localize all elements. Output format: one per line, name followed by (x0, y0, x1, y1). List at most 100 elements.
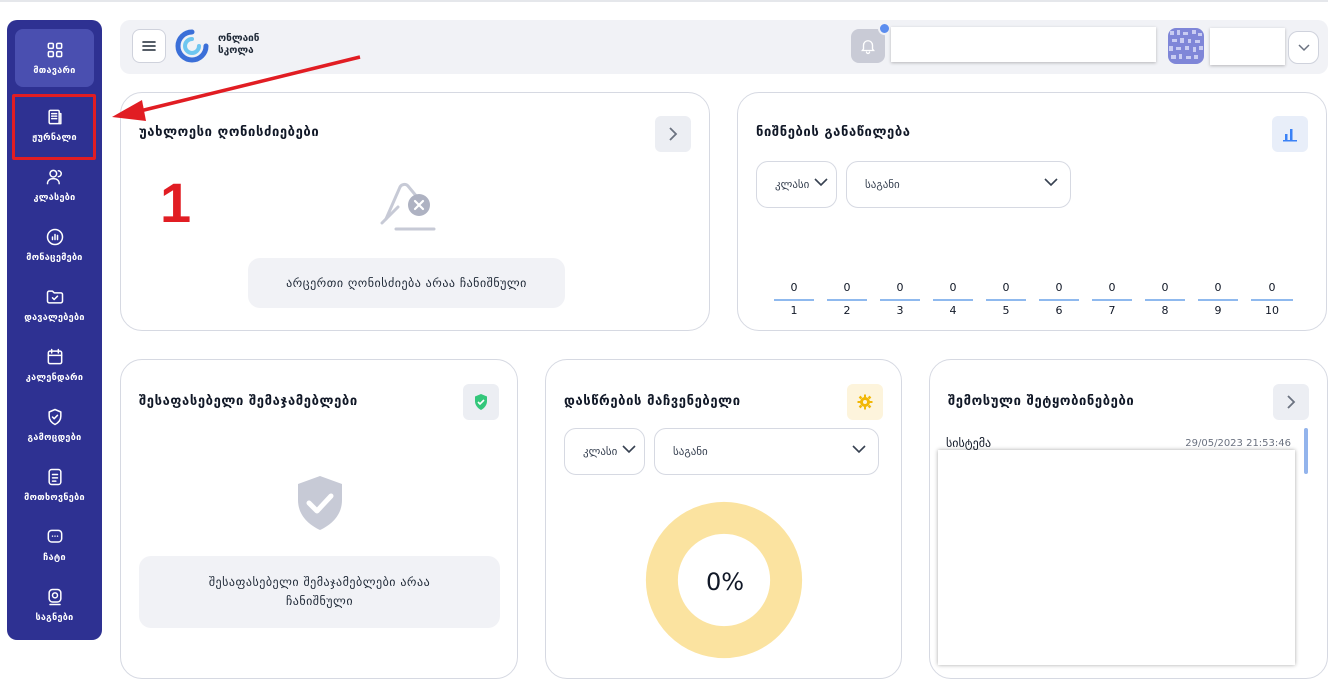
message-date: 29/05/2023 21:53:46 (1185, 438, 1291, 449)
class-select-value: კლასი (775, 178, 810, 191)
user-role-field (1210, 28, 1285, 65)
grade-column: 05 (986, 281, 1026, 318)
grade-bar (986, 299, 1026, 301)
grade-bar (1145, 299, 1185, 301)
grade-label: 9 (1214, 304, 1222, 317)
grade-label: 10 (1265, 304, 1279, 317)
sidebar-item-requests[interactable]: მოთხოვნები (15, 456, 94, 514)
grade-count: 0 (1108, 281, 1116, 294)
sidebar-item-chat[interactable]: ჩატი (15, 516, 94, 574)
grade-bar (1039, 299, 1079, 301)
message-sender: სისტემა (946, 436, 992, 450)
menu-button[interactable] (132, 29, 166, 63)
sidebar: მთავარი ჟურნალი კლასები მონაცემები დავალ… (7, 20, 102, 640)
events-empty-message: არცერთი ღონისძიება არაა ჩანიშნული (248, 258, 565, 308)
sidebar-item-label: გამოცდები (27, 433, 82, 443)
grade-bar (1251, 299, 1293, 301)
class-select[interactable]: კლასი (756, 161, 837, 208)
chart-icon (46, 228, 63, 246)
sidebar-item-label: ჩატი (43, 553, 66, 563)
logo-icon (175, 29, 209, 63)
grade-count: 0 (1002, 281, 1010, 294)
sidebar-item-classes[interactable]: კლასები (15, 156, 94, 214)
sidebar-item-subjects[interactable]: საგნები (15, 576, 94, 634)
grade-count: 0 (1055, 281, 1063, 294)
user-menu-button[interactable] (1288, 31, 1319, 64)
sidebar-item-label: დავალებები (24, 313, 85, 323)
messages-scrollbar[interactable] (1304, 428, 1308, 474)
sidebar-item-home[interactable]: მთავარი (15, 29, 94, 87)
logo-text: ონლაინ სკოლა (218, 33, 259, 57)
grade-bar (880, 299, 920, 301)
journal-icon (47, 109, 62, 125)
sidebar-item-calendar[interactable]: კალენდარი (15, 336, 94, 394)
chart-view-button[interactable] (1272, 116, 1308, 152)
sidebar-item-label: მთავარი (33, 66, 76, 76)
sidebar-item-journal[interactable]: ჟურნალი (15, 96, 94, 154)
sidebar-item-label: საგნები (35, 613, 74, 623)
grade-column: 03 (880, 281, 920, 318)
grade-label: 3 (896, 304, 904, 317)
grade-column: 04 (933, 281, 973, 318)
book-icon (47, 588, 62, 606)
avatar[interactable] (1168, 28, 1204, 64)
grade-label: 2 (843, 304, 851, 317)
chat-icon (47, 529, 62, 543)
events-next-button[interactable] (655, 116, 691, 152)
annotation-step-number: 1 (160, 171, 192, 234)
chevron-down-icon (622, 445, 636, 454)
grade-column: 0 10 (1251, 281, 1293, 318)
empty-shield-icon (298, 476, 342, 530)
assessments-button[interactable] (463, 384, 499, 420)
chevron-down-icon (852, 445, 866, 454)
grade-count: 0 (896, 281, 904, 294)
message-item[interactable]: სისტემა 29/05/2023 21:53:46 (946, 436, 1291, 450)
grade-bar (1092, 299, 1132, 301)
document-icon (47, 468, 62, 486)
gear-icon (857, 394, 873, 410)
header: ონლაინ სკოლა (120, 20, 1328, 74)
sidebar-item-exams[interactable]: გამოცდები (15, 396, 94, 454)
messages-card: შემოსული შეტყობინებები სისტემა 29/05/202… (929, 359, 1328, 679)
grade-label: 5 (1002, 304, 1010, 317)
calendar-icon (47, 348, 62, 365)
sidebar-item-assignments[interactable]: დავალებები (15, 276, 94, 334)
folder-check-icon (46, 290, 63, 304)
grade-count: 0 (949, 281, 957, 294)
assessments-card: შესაფასებელი შემაჯამებლები შესაფასებელი … (120, 359, 518, 679)
sidebar-item-label: კალენდარი (25, 373, 84, 383)
chevron-right-icon (669, 127, 678, 141)
card-title: უახლოესი ღონისძიებები (139, 125, 320, 140)
card-title: შემოსული შეტყობინებები (948, 394, 1135, 409)
subject-select[interactable]: საგანი (654, 428, 879, 475)
grade-bar (933, 299, 973, 301)
grade-label: 1 (790, 304, 798, 317)
attendance-card: დასწრების მაჩვენებელი კლასი საგანი 0% (545, 359, 902, 679)
chevron-right-icon (1287, 395, 1296, 409)
grade-label: 8 (1161, 304, 1169, 317)
upcoming-events-card: უახლოესი ღონისძიებები არცერთი ღონისძიება… (120, 92, 710, 331)
grade-column: 07 (1092, 281, 1132, 318)
top-divider (0, 0, 1328, 2)
notifications-button[interactable] (851, 29, 885, 63)
notification-dot (878, 22, 891, 35)
subject-select[interactable]: საგანი (846, 161, 1071, 208)
grade-bar (774, 299, 814, 301)
grade-bar (1198, 299, 1238, 301)
messages-next-button[interactable] (1273, 384, 1309, 420)
class-select-value: კლასი (583, 445, 618, 458)
attendance-settings-button[interactable] (847, 384, 883, 420)
grade-count: 0 (843, 281, 851, 294)
hamburger-icon (142, 41, 156, 51)
class-select[interactable]: კლასი (564, 428, 645, 475)
sidebar-item-data[interactable]: მონაცემები (15, 216, 94, 274)
bar-chart-icon (1283, 129, 1297, 142)
grade-label: 6 (1055, 304, 1063, 317)
grid-icon (47, 42, 62, 58)
grade-column: 08 (1145, 281, 1185, 318)
card-title: დასწრების მაჩვენებელი (564, 394, 741, 409)
no-events-icon (380, 182, 436, 231)
sidebar-item-label: მონაცემები (26, 253, 83, 263)
chevron-down-icon (814, 178, 828, 187)
grade-column: 06 (1039, 281, 1079, 318)
